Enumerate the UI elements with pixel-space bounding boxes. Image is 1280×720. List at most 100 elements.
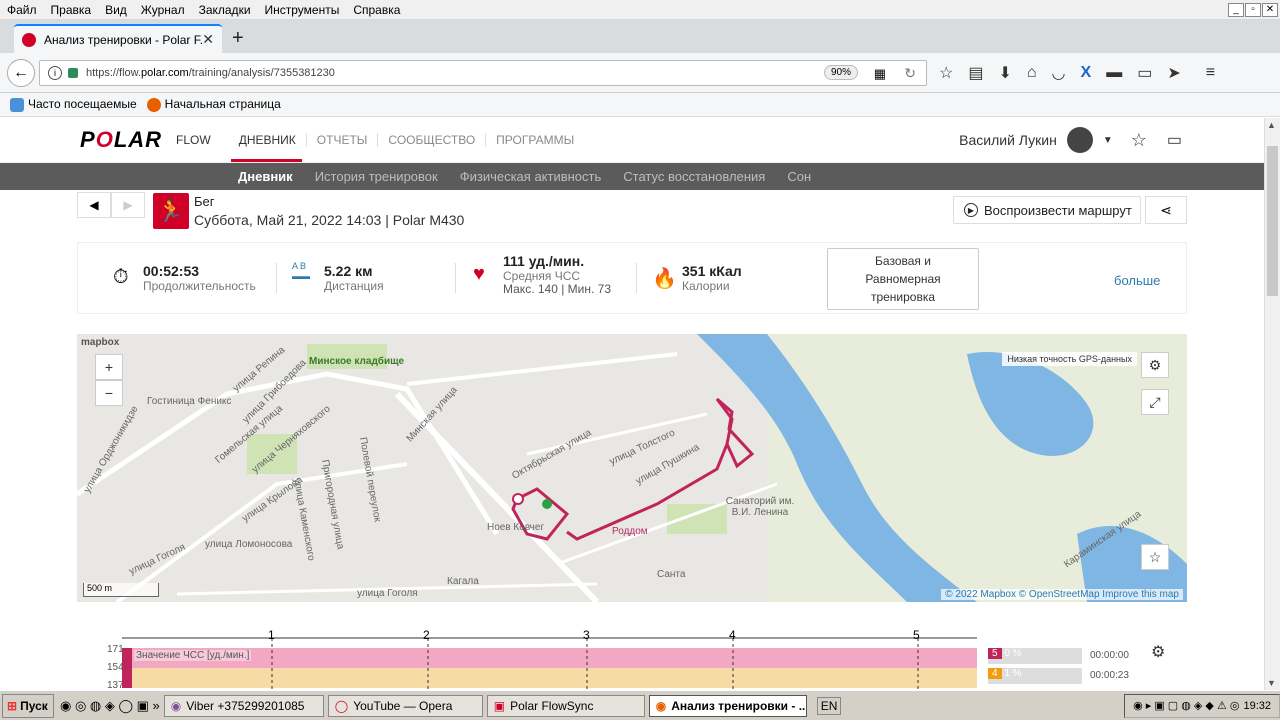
- taskbar-item-youtube[interactable]: ◯ YouTube — Opera: [327, 694, 483, 717]
- menu-help[interactable]: Справка: [346, 3, 407, 17]
- tray-icons[interactable]: ◉ ▸ ▣ ▢ ◍ ◈ ◆ ⚠ ◎: [1133, 699, 1239, 712]
- prev-training-button[interactable]: ◀: [77, 192, 111, 218]
- menu-edit[interactable]: Правка: [44, 3, 99, 17]
- route-map[interactable]: mapbox + − ⚙ ⤢ ☆ Низкая точность GPS-дан…: [77, 334, 1187, 602]
- navigation-bar: ← i https://flow.polar.com/training/anal…: [0, 53, 1280, 93]
- close-tab-icon[interactable]: ✕: [202, 31, 214, 48]
- map-label: Кагала: [447, 576, 479, 587]
- close-window-button[interactable]: ✕: [1262, 2, 1278, 17]
- stat-duration: ⏱ 00:52:53 Продолжительность: [113, 263, 256, 293]
- tab-title: Анализ тренировки - Polar F...: [44, 32, 203, 47]
- extension-x-icon[interactable]: X: [1081, 64, 1092, 82]
- quicklaunch-icons[interactable]: ◉ ◎ ◍ ◈ ◯ ▣ »: [60, 698, 160, 714]
- browser-tab[interactable]: Анализ тренировки - Polar F... ✕: [14, 24, 222, 53]
- nav-diary[interactable]: ДНЕВНИК: [229, 133, 306, 147]
- zoom-level[interactable]: 90%: [823, 64, 858, 80]
- flag-icon[interactable]: ▬: [1106, 64, 1122, 82]
- subnav-sleep[interactable]: Сон: [787, 169, 811, 184]
- km-mark: 2: [423, 628, 430, 642]
- subnav-activity[interactable]: Физическая активность: [460, 169, 602, 184]
- replay-route-button[interactable]: ▶ Воспроизвести маршрут: [953, 196, 1141, 224]
- share-button[interactable]: ⋖: [1145, 196, 1187, 224]
- download-icon[interactable]: ⬇: [998, 63, 1011, 83]
- star-bookmark-icon[interactable]: ☆: [939, 63, 953, 83]
- share-icon: ⋖: [1160, 201, 1172, 218]
- map-settings-gear-icon[interactable]: ⚙: [1141, 352, 1169, 378]
- mapbox-logo[interactable]: mapbox: [81, 337, 119, 348]
- next-training-button[interactable]: ▶: [111, 192, 145, 218]
- nav-reports[interactable]: ОТЧЕТЫ: [305, 133, 378, 147]
- scroll-down-icon[interactable]: ▼: [1267, 678, 1276, 688]
- subnav-diary[interactable]: Дневник: [238, 169, 293, 184]
- scroll-thumb[interactable]: [1267, 146, 1278, 296]
- y-tick: 154: [107, 662, 124, 673]
- bookmark-start-page[interactable]: Начальная страница: [146, 97, 281, 112]
- bookmark-most-visited[interactable]: Часто посещаемые: [10, 97, 137, 112]
- flowsync-icon: ▣: [493, 698, 506, 713]
- flame-icon: 🔥: [652, 268, 677, 290]
- flow-label[interactable]: FLOW: [176, 133, 211, 147]
- divider: [636, 263, 637, 293]
- training-benefit-box[interactable]: Базовая и Равномерная тренировка: [827, 248, 979, 310]
- page-content: POLAR FLOW ДНЕВНИК ОТЧЕТЫ СООБЩЕСТВО ПРО…: [0, 118, 1264, 690]
- monitor-icon[interactable]: ▭: [1137, 63, 1152, 83]
- training-header: ◀ ▶ 🏃 Бег Суббота, Май 21, 2022 14:03 | …: [0, 190, 1264, 242]
- hamburger-menu-icon[interactable]: ≡: [1206, 64, 1215, 82]
- more-link[interactable]: больше: [1114, 273, 1160, 288]
- language-indicator[interactable]: EN: [816, 696, 842, 715]
- reader-view-icon[interactable]: ▦: [874, 66, 886, 82]
- minimize-button[interactable]: _: [1228, 2, 1244, 17]
- menu-tools[interactable]: Инструменты: [258, 3, 347, 17]
- taskbar-item-viber[interactable]: ◉ Viber +375299201085: [163, 694, 324, 717]
- km-mark: 4: [729, 628, 736, 642]
- library-icon[interactable]: ▤: [968, 63, 983, 83]
- subnav-history[interactable]: История тренировок: [315, 169, 438, 184]
- map-attribution[interactable]: © 2022 Mapbox © OpenStreetMap Improve th…: [941, 589, 1183, 600]
- chevron-down-icon[interactable]: ▼: [1103, 135, 1113, 146]
- menu-view[interactable]: Вид: [98, 3, 134, 17]
- nav-community[interactable]: СООБЩЕСТВО: [377, 133, 485, 147]
- maximize-button[interactable]: ▫: [1245, 2, 1261, 17]
- user-name: Василий Лукин: [959, 132, 1057, 148]
- favorites-star-icon[interactable]: ☆: [1131, 130, 1147, 151]
- taskbar-item-flowsync[interactable]: ▣ Polar FlowSync: [486, 694, 645, 717]
- pocket-icon[interactable]: ◡: [1052, 63, 1066, 83]
- scroll-up-icon[interactable]: ▲: [1267, 120, 1276, 130]
- info-icon[interactable]: i: [48, 65, 62, 80]
- menu-file[interactable]: Файл: [0, 3, 44, 17]
- zone-5-time: 00:00:00: [1090, 650, 1129, 661]
- chart-settings-gear-icon[interactable]: ⚙: [1151, 642, 1165, 662]
- new-tab-button[interactable]: +: [232, 27, 244, 50]
- map-label: Роддом: [612, 526, 648, 537]
- messages-icon[interactable]: ▭: [1167, 130, 1182, 150]
- home-icon[interactable]: ⌂: [1027, 64, 1037, 82]
- map-label: Санта: [657, 569, 686, 580]
- distance-value: 5.22 км: [324, 263, 373, 279]
- user-menu[interactable]: Василий Лукин ▼ ☆ ▭: [959, 127, 1182, 153]
- taskbar-item-firefox[interactable]: ◉ Анализ тренировки - ...: [648, 694, 807, 717]
- menu-history[interactable]: Журнал: [134, 3, 192, 17]
- windows-logo-icon: ⊞: [7, 698, 18, 713]
- y-tick: 137: [107, 680, 124, 690]
- map-favorite-star-icon[interactable]: ☆: [1141, 544, 1169, 570]
- page-scrollbar[interactable]: ▲ ▼: [1264, 118, 1280, 690]
- subnav-recovery[interactable]: Статус восстановления: [623, 169, 765, 184]
- menu-bookmarks[interactable]: Закладки: [192, 3, 258, 17]
- polar-favicon-icon: [22, 32, 36, 47]
- hr-label: Средняя ЧСС: [503, 269, 581, 283]
- polar-logo[interactable]: POLAR: [80, 127, 162, 153]
- back-button[interactable]: ←: [7, 58, 35, 87]
- start-button[interactable]: ⊞ Пуск: [2, 693, 54, 718]
- map-label: улица Гоголя: [357, 588, 418, 599]
- fullscreen-expand-icon[interactable]: ⤢: [1141, 389, 1169, 415]
- nav-programs[interactable]: ПРОГРАММЫ: [485, 133, 584, 147]
- main-nav: ДНЕВНИК ОТЧЕТЫ СООБЩЕСТВО ПРОГРАММЫ: [229, 133, 585, 147]
- zoom-out-button[interactable]: −: [95, 380, 123, 406]
- windows-taskbar: ⊞ Пуск ◉ ◎ ◍ ◈ ◯ ▣ » ◉ Viber +375299201085…: [0, 690, 1280, 720]
- send-icon[interactable]: ➤: [1167, 63, 1180, 83]
- reload-icon[interactable]: ↻: [904, 65, 916, 82]
- zoom-in-button[interactable]: +: [95, 354, 123, 380]
- running-icon: 🏃: [153, 193, 189, 229]
- firefox-icon: ◉: [655, 698, 667, 713]
- url-bar[interactable]: i https://flow.polar.com/training/analys…: [39, 59, 927, 86]
